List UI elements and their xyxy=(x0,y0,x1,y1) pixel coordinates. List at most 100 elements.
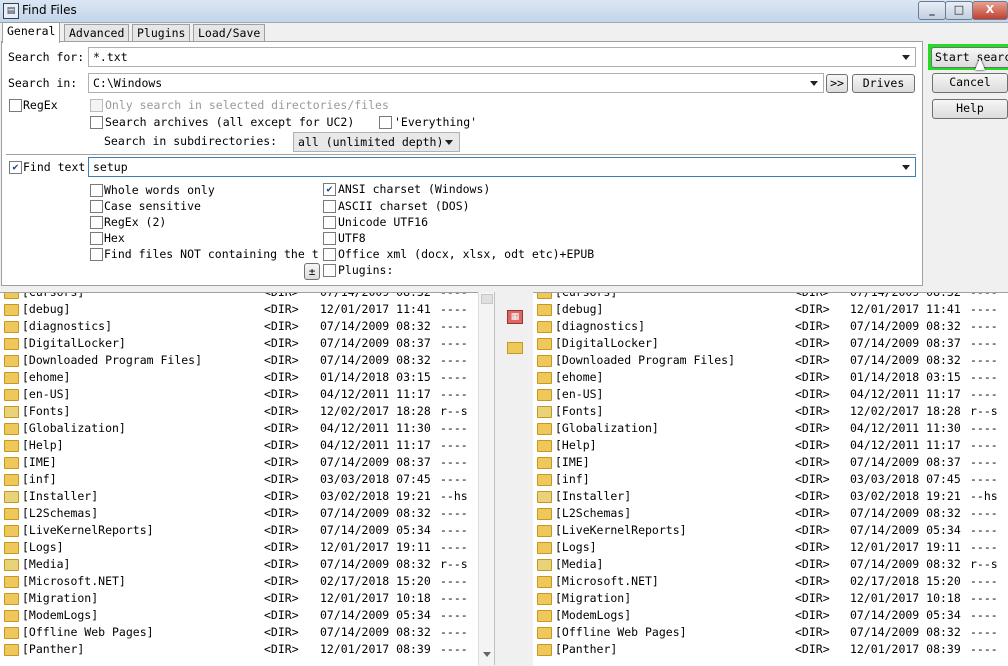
file-list-row[interactable]: [debug] <DIR> 12/01/2017 11:41 ---- xyxy=(533,301,1008,318)
file-list-row[interactable]: [LiveKernelReports] <DIR> 07/14/2009 05:34… xyxy=(0,522,478,539)
plusminus-button[interactable]: ± xyxy=(304,263,320,280)
file-list-row[interactable]: [en-US] <DIR> 04/12/2011 11:17 ---- xyxy=(0,386,478,403)
file-list-row[interactable]: [IME] <DIR> 07/14/2009 08:37 ---- xyxy=(0,454,478,471)
plugins-checkbox[interactable] xyxy=(323,264,336,277)
file-list-row[interactable]: [DigitalLocker] <DIR> 07/14/2009 08:37 ---- xyxy=(0,335,478,352)
ansi-charset-checkbox[interactable]: ✔ xyxy=(323,183,336,196)
folder-icon xyxy=(537,457,552,469)
help-button[interactable]: Help xyxy=(932,99,1008,119)
find-text-combobox[interactable]: setup xyxy=(88,157,916,177)
text-regex-checkbox[interactable] xyxy=(90,216,103,229)
office-xml-checkbox[interactable] xyxy=(323,248,336,261)
chevron-down-icon[interactable] xyxy=(902,165,910,170)
file-list-row[interactable]: [Panther] <DIR> 12/01/2017 08:39 ---- xyxy=(533,641,1008,658)
file-attr: ---- xyxy=(440,642,468,656)
file-list-row[interactable]: [Offline Web Pages] <DIR> 07/14/2009 08:32… xyxy=(0,624,478,641)
search-archives-checkbox[interactable] xyxy=(90,116,103,129)
only-selected-checkbox[interactable] xyxy=(90,99,103,112)
everything-checkbox[interactable] xyxy=(379,116,392,129)
start-search-button[interactable]: Start searc xyxy=(931,47,1008,68)
file-list-row[interactable]: [Logs] <DIR> 12/01/2017 19:11 ---- xyxy=(0,539,478,556)
file-list-row[interactable]: [Fonts] <DIR> 12/02/2017 18:28 r--s xyxy=(0,403,478,420)
file-list-row[interactable]: [DigitalLocker] <DIR> 07/14/2009 08:37 ---- xyxy=(533,335,1008,352)
right-file-list[interactable]: [Cursors] <DIR> 07/14/2009 08:32 ---- [debug… xyxy=(533,292,1008,666)
file-list-row[interactable]: [Media] <DIR> 07/14/2009 08:32 r--s xyxy=(0,556,478,573)
file-list-row[interactable]: [Migration] <DIR> 12/01/2017 10:18 ---- xyxy=(0,590,478,607)
file-list-row[interactable]: [Microsoft.NET] <DIR> 02/17/2018 15:20 ---- xyxy=(533,573,1008,590)
left-scrollbar[interactable] xyxy=(478,292,495,665)
ascii-charset-checkbox[interactable] xyxy=(323,200,336,213)
file-list-row[interactable]: [Fonts] <DIR> 12/02/2017 18:28 r--s xyxy=(533,403,1008,420)
minimize-button[interactable]: _ xyxy=(918,1,946,20)
utf8-checkbox[interactable] xyxy=(323,232,336,245)
file-list-row[interactable]: [ModemLogs] <DIR> 07/14/2009 05:34 ---- xyxy=(0,607,478,624)
file-list-row[interactable]: [Globalization] <DIR> 04/12/2011 11:30 ---- xyxy=(533,420,1008,437)
search-in-value[interactable]: C:\Windows xyxy=(93,76,162,90)
whole-words-checkbox[interactable] xyxy=(90,184,103,197)
file-list-row[interactable]: [LiveKernelReports] <DIR> 07/14/2009 05:34… xyxy=(533,522,1008,539)
unicode-utf16-checkbox[interactable] xyxy=(323,216,336,229)
file-list-row[interactable]: [IME] <DIR> 07/14/2009 08:37 ---- xyxy=(533,454,1008,471)
file-name: [IME] xyxy=(555,455,590,469)
file-list-row[interactable]: [Cursors] <DIR> 07/14/2009 08:32 ---- xyxy=(0,293,478,301)
file-list-row[interactable]: [Logs] <DIR> 12/01/2017 19:11 ---- xyxy=(533,539,1008,556)
left-file-list[interactable]: [Cursors] <DIR> 07/14/2009 08:32 ---- [debug… xyxy=(0,292,478,666)
file-list-row[interactable]: [inf] <DIR> 03/03/2018 07:45 ---- xyxy=(533,471,1008,488)
browse-button[interactable]: >> xyxy=(826,74,848,93)
subdirs-value[interactable]: all (unlimited depth) xyxy=(298,135,443,149)
file-list-row[interactable]: [Globalization] <DIR> 04/12/2011 11:30 ---- xyxy=(0,420,478,437)
tab-advanced[interactable]: Advanced xyxy=(64,24,130,42)
scrollbar-thumb[interactable] xyxy=(481,294,493,304)
file-list-row[interactable]: [en-US] <DIR> 04/12/2011 11:17 ---- xyxy=(533,386,1008,403)
tab-load-save[interactable]: Load/Save xyxy=(193,24,266,42)
tab-plugins[interactable]: Plugins xyxy=(132,24,191,42)
file-list-row[interactable]: [inf] <DIR> 03/03/2018 07:45 ---- xyxy=(0,471,478,488)
package-icon[interactable]: ▦ xyxy=(507,310,523,324)
file-list-row[interactable]: [Microsoft.NET] <DIR> 02/17/2018 15:20 ---- xyxy=(0,573,478,590)
file-list-row[interactable]: [Cursors] <DIR> 07/14/2009 08:32 ---- xyxy=(533,293,1008,301)
file-list-row[interactable]: [diagnostics] <DIR> 07/14/2009 08:32 ---- xyxy=(533,318,1008,335)
chevron-down-icon[interactable] xyxy=(810,81,818,86)
file-list-row[interactable]: [Migration] <DIR> 12/01/2017 10:18 ---- xyxy=(533,590,1008,607)
new-folder-icon[interactable] xyxy=(507,342,523,354)
file-name: [Help] xyxy=(22,438,64,452)
close-button[interactable]: X xyxy=(972,1,1008,20)
file-attr: ---- xyxy=(440,472,468,486)
search-for-combobox[interactable]: *.txt xyxy=(88,47,916,67)
chevron-down-icon[interactable] xyxy=(902,55,910,60)
file-list-row[interactable]: [L2Schemas] <DIR> 07/14/2009 08:32 ---- xyxy=(0,505,478,522)
file-name: [inf] xyxy=(22,472,57,486)
maximize-button[interactable]: □ xyxy=(945,1,973,20)
scroll-down-icon[interactable] xyxy=(483,652,491,657)
file-list-row[interactable]: [Help] <DIR> 04/12/2011 11:17 ---- xyxy=(0,437,478,454)
file-list-row[interactable]: [Media] <DIR> 07/14/2009 08:32 r--s xyxy=(533,556,1008,573)
file-list-row[interactable]: [L2Schemas] <DIR> 07/14/2009 08:32 ---- xyxy=(533,505,1008,522)
file-list-row[interactable]: [Panther] <DIR> 12/01/2017 08:39 ---- xyxy=(0,641,478,658)
file-list-row[interactable]: [Help] <DIR> 04/12/2011 11:17 ---- xyxy=(533,437,1008,454)
case-sensitive-checkbox[interactable] xyxy=(90,200,103,213)
drives-button[interactable]: Drives xyxy=(852,74,915,93)
find-text-checkbox[interactable]: ✔ xyxy=(9,161,22,174)
file-list-row[interactable]: [ehome] <DIR> 01/14/2018 03:15 ---- xyxy=(533,369,1008,386)
file-date: 07/14/2009 05:34 xyxy=(320,608,431,622)
regex-path-checkbox[interactable] xyxy=(9,99,22,112)
tab-general[interactable]: General xyxy=(2,22,61,43)
file-list-row[interactable]: [Installer] <DIR> 03/02/2018 19:21 --hs xyxy=(0,488,478,505)
subdirs-dropdown[interactable]: all (unlimited depth) xyxy=(293,132,460,152)
file-list-row[interactable]: [Downloaded Program Files] <DIR> 07/14/200… xyxy=(533,352,1008,369)
file-list-row[interactable]: [Downloaded Program Files] <DIR> 07/14/200… xyxy=(0,352,478,369)
hex-checkbox[interactable] xyxy=(90,232,103,245)
file-list-row[interactable]: [Offline Web Pages] <DIR> 07/14/2009 08:32… xyxy=(533,624,1008,641)
folder-icon xyxy=(537,542,552,554)
chevron-down-icon[interactable] xyxy=(445,140,453,145)
file-list-row[interactable]: [ModemLogs] <DIR> 07/14/2009 05:34 ---- xyxy=(533,607,1008,624)
cancel-button[interactable]: Cancel xyxy=(932,73,1008,93)
search-for-value[interactable]: *.txt xyxy=(93,50,128,64)
find-text-value[interactable]: setup xyxy=(93,160,128,174)
not-containing-checkbox[interactable] xyxy=(90,248,103,261)
search-in-combobox[interactable]: C:\Windows xyxy=(88,73,824,93)
file-list-row[interactable]: [ehome] <DIR> 01/14/2018 03:15 ---- xyxy=(0,369,478,386)
file-list-row[interactable]: [Installer] <DIR> 03/02/2018 19:21 --hs xyxy=(533,488,1008,505)
file-list-row[interactable]: [debug] <DIR> 12/01/2017 11:41 ---- xyxy=(0,301,478,318)
file-list-row[interactable]: [diagnostics] <DIR> 07/14/2009 08:32 ---- xyxy=(0,318,478,335)
